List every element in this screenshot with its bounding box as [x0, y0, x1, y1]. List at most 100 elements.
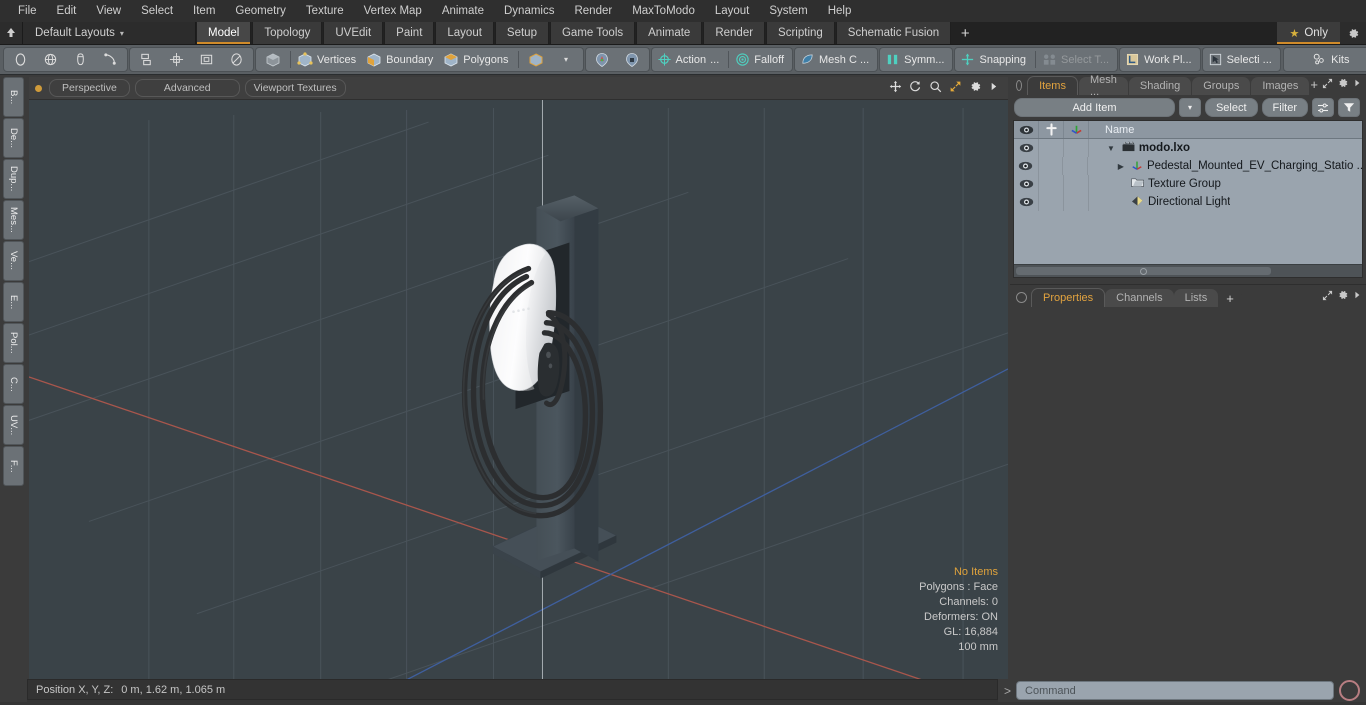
selection-set-button[interactable]: Selecti ...: [1205, 49, 1278, 70]
tab-render[interactable]: Render: [703, 22, 766, 44]
table-row[interactable]: ▶ Pedestal_Mounted_EV_Charging_Statio ..…: [1014, 157, 1362, 175]
add-panel-tab-button[interactable]: +: [1310, 77, 1318, 92]
menu-item-geometry[interactable]: Geometry: [225, 0, 296, 22]
arrow-right-icon[interactable]: [1353, 78, 1361, 91]
left-rail-tab-edge[interactable]: E...: [3, 282, 24, 322]
sphere-tool-icon[interactable]: [222, 49, 251, 70]
falloff-button[interactable]: Falloff: [732, 49, 790, 70]
left-rail-tab-duplicate[interactable]: Dup...: [3, 159, 24, 199]
pen-tool-icon[interactable]: [96, 49, 125, 70]
row-visibility-toggle[interactable]: [1014, 175, 1039, 193]
row-axis-cell[interactable]: [1063, 157, 1088, 175]
array-tool-icon[interactable]: [162, 49, 191, 70]
gear-icon[interactable]: [1337, 289, 1349, 304]
row-lock-cell[interactable]: [1039, 139, 1064, 157]
menu-item-dynamics[interactable]: Dynamics: [494, 0, 564, 22]
menu-item-view[interactable]: View: [86, 0, 131, 22]
select-through-button[interactable]: Select T...: [1039, 49, 1115, 70]
menu-item-render[interactable]: Render: [564, 0, 622, 22]
row-axis-cell[interactable]: [1064, 193, 1089, 211]
cone-tool-icon[interactable]: [66, 49, 95, 70]
list-options-icon[interactable]: [1312, 98, 1334, 117]
snapping-button[interactable]: Snapping: [957, 49, 1032, 70]
symmetry-button[interactable]: Symm...: [882, 49, 950, 70]
expand-icon[interactable]: [1322, 290, 1333, 304]
tab-model[interactable]: Model: [196, 22, 252, 44]
left-rail-tab-deform[interactable]: De...: [3, 118, 24, 158]
properties-options-dot-icon[interactable]: [1016, 292, 1027, 303]
tab-layout[interactable]: Layout: [435, 22, 494, 44]
globe-tool-icon[interactable]: [36, 49, 65, 70]
tab-topology[interactable]: Topology: [252, 22, 323, 44]
record-icon[interactable]: [1339, 680, 1360, 701]
tab-setup[interactable]: Setup: [494, 22, 549, 44]
default-layouts-dropdown[interactable]: Default Layouts ▾: [23, 22, 196, 44]
menu-item-system[interactable]: System: [759, 0, 817, 22]
solid-mode-icon[interactable]: [522, 49, 551, 70]
expander-icon[interactable]: ▶: [1118, 162, 1124, 171]
menu-item-maxtomodo[interactable]: MaxToModo: [622, 0, 705, 22]
row-lock-cell[interactable]: [1039, 193, 1064, 211]
left-rail-tab-mesh-edit[interactable]: Mes...: [3, 200, 24, 240]
tab-lists[interactable]: Lists: [1173, 289, 1219, 307]
left-rail-tab-polygon[interactable]: Pol...: [3, 323, 24, 363]
left-rail-tab-basic[interactable]: B...: [3, 77, 24, 117]
row-visibility-toggle[interactable]: [1014, 157, 1039, 175]
kits-button[interactable]: Kits: [1286, 49, 1366, 70]
work-plane-button[interactable]: Work Pl...: [1122, 49, 1197, 70]
row-lock-cell[interactable]: [1039, 175, 1064, 193]
mirror-tool-icon[interactable]: [132, 49, 161, 70]
tab-images[interactable]: Images: [1251, 77, 1310, 95]
arrow-right-icon[interactable]: [1353, 290, 1361, 303]
menu-item-animate[interactable]: Animate: [432, 0, 494, 22]
boundary-mode-button[interactable]: Boundary: [363, 49, 439, 70]
row-visibility-toggle[interactable]: [1014, 193, 1039, 211]
item-mode-icon[interactable]: [258, 49, 287, 70]
list-item-texture-group[interactable]: Texture Group: [1089, 177, 1221, 191]
tab-schematic-fusion[interactable]: Schematic Fusion: [835, 22, 952, 44]
mode-dropdown-caret[interactable]: ▾: [552, 49, 581, 70]
item-list[interactable]: Name ▼ modo.lxo ▶ Pedestal_Mounted_EV_Ch…: [1013, 120, 1363, 278]
menu-item-item[interactable]: Item: [183, 0, 225, 22]
expand-icon[interactable]: [1322, 78, 1333, 92]
vertices-mode-button[interactable]: Vertices: [294, 49, 362, 70]
action-center-button[interactable]: Action ...: [654, 49, 726, 70]
tab-paint[interactable]: Paint: [384, 22, 435, 44]
tab-game-tools[interactable]: Game Tools: [549, 22, 636, 44]
polygons-mode-button[interactable]: Polygons: [440, 49, 514, 70]
scrollbar-thumb[interactable]: [1016, 267, 1271, 275]
tab-properties[interactable]: Properties: [1031, 288, 1106, 307]
tab-items[interactable]: Items: [1027, 76, 1078, 95]
rotate-icon[interactable]: [909, 80, 922, 96]
left-rail-tab-fusion[interactable]: F...: [3, 446, 24, 486]
add-item-dropdown[interactable]: ▾: [1178, 98, 1201, 117]
circle-tool-icon[interactable]: [6, 49, 35, 70]
table-row[interactable]: Texture Group: [1014, 175, 1362, 193]
tab-shading[interactable]: Shading: [1128, 77, 1192, 95]
filter-button[interactable]: Filter: [1261, 98, 1308, 117]
menu-item-edit[interactable]: Edit: [47, 0, 87, 22]
expander-icon[interactable]: ▼: [1107, 144, 1115, 153]
3d-viewport[interactable]: Y X Z No Items Polygons : Face Channels:…: [29, 100, 1008, 679]
center-action-icon[interactable]: [588, 49, 617, 70]
list-item-scene[interactable]: ▼ modo.lxo: [1089, 141, 1190, 155]
filter-funnel-icon[interactable]: [1338, 98, 1360, 117]
item-list-horizontal-scrollbar[interactable]: [1014, 264, 1362, 277]
zoom-icon[interactable]: [929, 80, 942, 96]
viewport-perspective-button[interactable]: Perspective: [49, 79, 130, 97]
pivot-action-icon[interactable]: [618, 49, 647, 70]
menu-item-file[interactable]: File: [8, 0, 47, 22]
pan-icon[interactable]: [889, 80, 902, 96]
list-item-directional-light[interactable]: Directional Light: [1089, 195, 1230, 210]
add-item-button[interactable]: Add Item: [1014, 98, 1175, 117]
home-up-icon[interactable]: [0, 22, 23, 44]
select-button[interactable]: Select: [1204, 98, 1258, 117]
command-input[interactable]: Command: [1016, 681, 1334, 700]
menu-item-select[interactable]: Select: [131, 0, 183, 22]
tab-uvedit[interactable]: UVEdit: [323, 22, 384, 44]
menu-item-help[interactable]: Help: [818, 0, 862, 22]
tab-channels[interactable]: Channels: [1105, 289, 1174, 307]
mesh-constraint-button[interactable]: Mesh C ...: [797, 49, 875, 70]
list-item-mesh[interactable]: ▶ Pedestal_Mounted_EV_Charging_Statio ..…: [1088, 159, 1362, 174]
row-axis-cell[interactable]: [1064, 139, 1089, 157]
